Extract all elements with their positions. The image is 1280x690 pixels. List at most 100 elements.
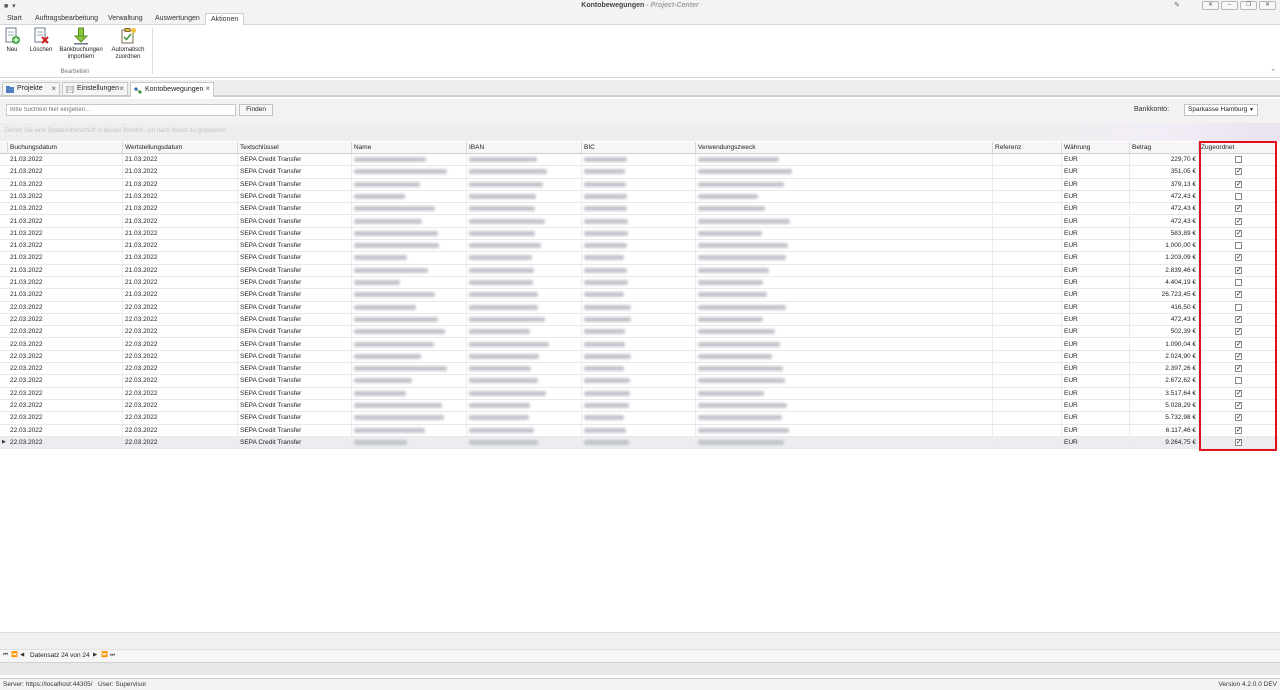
next-page-button[interactable]: ⏩ [101, 652, 108, 658]
assigned-checkbox-checked[interactable]: ✓ [1235, 315, 1242, 323]
cell-currency: EUR [1062, 264, 1130, 277]
assigned-checkbox-checked[interactable]: ✓ [1235, 402, 1242, 409]
new-button[interactable]: Neu [2, 27, 22, 54]
import-bank-bookings-button[interactable]: Bankbuchungen importiern [57, 27, 105, 61]
next-record-button[interactable]: ▶ [93, 652, 97, 658]
restore-button[interactable]: ❐ [1240, 1, 1257, 10]
column-header-currency[interactable]: Währung [1062, 142, 1130, 154]
table-row[interactable]: 21.03.2022 21.03.2022 SEPA Credit Transfer… [0, 166, 1278, 179]
assigned-checkbox-checked[interactable]: ✓ [1235, 266, 1242, 274]
cell-currency: EUR [1062, 387, 1130, 400]
table-row[interactable]: 21.03.2022 21.03.2022 SEPA Credit Transfer… [0, 264, 1278, 277]
cell-assigned: ✓ [1199, 363, 1277, 376]
assigned-checkbox-checked[interactable]: ✓ [1235, 180, 1242, 188]
column-header-assigned[interactable]: Zugeordnet [1199, 142, 1277, 154]
assigned-checkbox-checked[interactable]: ✓ [1235, 328, 1242, 336]
table-row[interactable]: 21.03.2022 21.03.2022 SEPA Credit Transfer… [0, 252, 1278, 265]
table-row[interactable]: 22.03.2022 22.03.2022 SEPA Credit Transfer… [0, 400, 1278, 413]
table-row[interactable]: 21.03.2022 21.03.2022 SEPA Credit Transfer… [0, 240, 1278, 253]
doc-tab-einstellungen[interactable]: Einstellungen × [62, 82, 128, 96]
table-row[interactable]: 21.03.2022 21.03.2022 SEPA Credit Transfer… [0, 289, 1278, 302]
table-row[interactable]: 22.03.2022 22.03.2022 SEPA Credit Transfer… [0, 301, 1278, 314]
close-tab-icon[interactable]: × [119, 83, 124, 95]
doc-tab-projekte[interactable]: Projekte × [2, 82, 60, 96]
cell-value-date: 22.03.2022 [123, 387, 238, 400]
last-record-button[interactable]: ⏭ [110, 652, 115, 659]
assigned-checkbox-checked[interactable]: ✓ [1235, 291, 1242, 299]
table-row[interactable]: 22.03.2022 22.03.2022 SEPA Credit Transfer… [0, 313, 1278, 327]
assigned-checkbox-unchecked[interactable] [1235, 377, 1242, 385]
table-row[interactable]: 22.03.2022 22.03.2022 SEPA Credit Transfer… [0, 350, 1278, 364]
tab-verwaltung[interactable]: Verwaltung [103, 13, 148, 25]
table-row[interactable]: 21.03.2022 21.03.2022 SEPA Credit Transfer… [0, 190, 1278, 204]
table-row[interactable]: 21.03.2022 21.03.2022 SEPA Credit Transfer… [0, 277, 1278, 290]
assigned-checkbox-unchecked[interactable] [1235, 242, 1242, 250]
prev-page-button[interactable]: ⏪ [11, 652, 18, 658]
cell-bic-redacted [582, 326, 696, 339]
assigned-checkbox-checked[interactable]: ✓ [1235, 365, 1242, 373]
delete-button[interactable]: Löschen [28, 27, 54, 54]
assigned-checkbox-checked[interactable]: ✓ [1235, 352, 1242, 360]
table-row[interactable]: 21.03.2022 21.03.2022 SEPA Credit Transfer… [0, 178, 1278, 191]
cell-value-date: 21.03.2022 [123, 178, 238, 191]
table-row[interactable]: 22.03.2022 22.03.2022 SEPA Credit Transfer… [0, 363, 1278, 376]
auto-assign-button[interactable]: Automatisch zuordnen [108, 27, 148, 61]
table-row[interactable]: 22.03.2022 22.03.2022 SEPA Credit Transfer… [0, 338, 1278, 351]
redacted-text [584, 157, 627, 162]
table-row[interactable]: 22.03.2022 22.03.2022 SEPA Credit Transfer… [0, 424, 1278, 437]
table-row[interactable]: ▶ 22.03.2022 22.03.2022 SEPA Credit Transfe… [0, 436, 1278, 450]
column-header-reference[interactable]: Referenz [993, 142, 1062, 154]
skin-icon[interactable]: ✎ [1174, 1, 1180, 9]
column-header-amount[interactable]: Betrag [1130, 142, 1199, 154]
search-input[interactable] [6, 104, 236, 116]
assigned-checkbox-checked[interactable]: ✓ [1235, 414, 1242, 422]
column-header-value-date[interactable]: Wertstellungsdatum [123, 142, 238, 154]
assigned-checkbox-checked[interactable]: ✓ [1235, 254, 1242, 262]
prev-record-button[interactable]: ◀ [20, 652, 24, 658]
group-by-panel[interactable]: Ziehen Sie eine Spaltenüberschrift in di… [0, 123, 1280, 141]
assigned-checkbox-unchecked[interactable] [1235, 156, 1242, 163]
table-row[interactable]: 21.03.2022 21.03.2022 SEPA Credit Transfer… [0, 154, 1278, 167]
help-close-button[interactable]: ✕ [1202, 1, 1219, 10]
assigned-checkbox-unchecked[interactable] [1235, 303, 1242, 311]
bank-account-select[interactable]: Sparkasse Hamburg ▼ [1184, 104, 1258, 116]
redacted-text [698, 243, 788, 249]
table-row[interactable]: 22.03.2022 22.03.2022 SEPA Credit Transfer… [0, 326, 1278, 339]
assigned-checkbox-unchecked[interactable] [1235, 192, 1242, 200]
close-tab-icon[interactable]: × [51, 83, 56, 95]
cell-text-key: SEPA Credit Transfer [238, 338, 352, 351]
column-header-booking-date[interactable]: Buchungsdatum [8, 142, 123, 154]
redacted-text [469, 181, 543, 187]
column-header-purpose[interactable]: Verwendungszweck [696, 142, 993, 154]
minimize-button[interactable]: – [1221, 1, 1238, 10]
find-button[interactable]: Finden [239, 104, 273, 116]
assigned-checkbox-checked[interactable]: ✓ [1235, 340, 1242, 348]
table-row[interactable]: 21.03.2022 21.03.2022 SEPA Credit Transfer… [0, 203, 1278, 216]
close-button[interactable]: ✕ [1259, 1, 1276, 10]
table-row[interactable]: 22.03.2022 22.03.2022 SEPA Credit Transfer… [0, 387, 1278, 400]
assigned-checkbox-checked[interactable]: ✓ [1235, 217, 1242, 225]
tab-start[interactable]: Start [2, 13, 27, 25]
collapse-ribbon-icon[interactable]: ⌃ [1270, 68, 1276, 76]
table-row[interactable]: 21.03.2022 21.03.2022 SEPA Credit Transfer… [0, 227, 1278, 241]
assigned-checkbox-checked[interactable]: ✓ [1235, 438, 1242, 446]
column-header-text-key[interactable]: Textschlüssel [238, 142, 352, 154]
assigned-checkbox-checked[interactable]: ✓ [1235, 389, 1242, 397]
table-row[interactable]: 22.03.2022 22.03.2022 SEPA Credit Transfer… [0, 375, 1278, 388]
table-row[interactable]: 22.03.2022 22.03.2022 SEPA Credit Transfer… [0, 412, 1278, 425]
column-header-name[interactable]: Name [352, 142, 467, 154]
assigned-checkbox-checked[interactable]: ✓ [1235, 426, 1242, 434]
column-header-bic[interactable]: BIC [582, 142, 696, 154]
column-header-iban[interactable]: IBAN [467, 142, 582, 154]
assigned-checkbox-checked[interactable]: ✓ [1235, 205, 1242, 213]
table-row[interactable]: 21.03.2022 21.03.2022 SEPA Credit Transfer… [0, 215, 1278, 228]
close-tab-icon[interactable]: × [205, 83, 210, 95]
assigned-checkbox-unchecked[interactable] [1235, 279, 1242, 286]
first-record-button[interactable]: ⏮ [3, 652, 8, 659]
doc-tab-kontobewegungen[interactable]: Kontobewegungen × [130, 82, 214, 97]
assigned-checkbox-checked[interactable]: ✓ [1235, 229, 1242, 237]
horizontal-scrollbar[interactable] [0, 662, 1280, 675]
assigned-checkbox-checked[interactable]: ✓ [1235, 168, 1242, 176]
tab-auftragsbearbeitung[interactable]: Auftragsbearbeitung [30, 13, 103, 25]
tab-auswertungen[interactable]: Auswertungen [150, 13, 205, 25]
